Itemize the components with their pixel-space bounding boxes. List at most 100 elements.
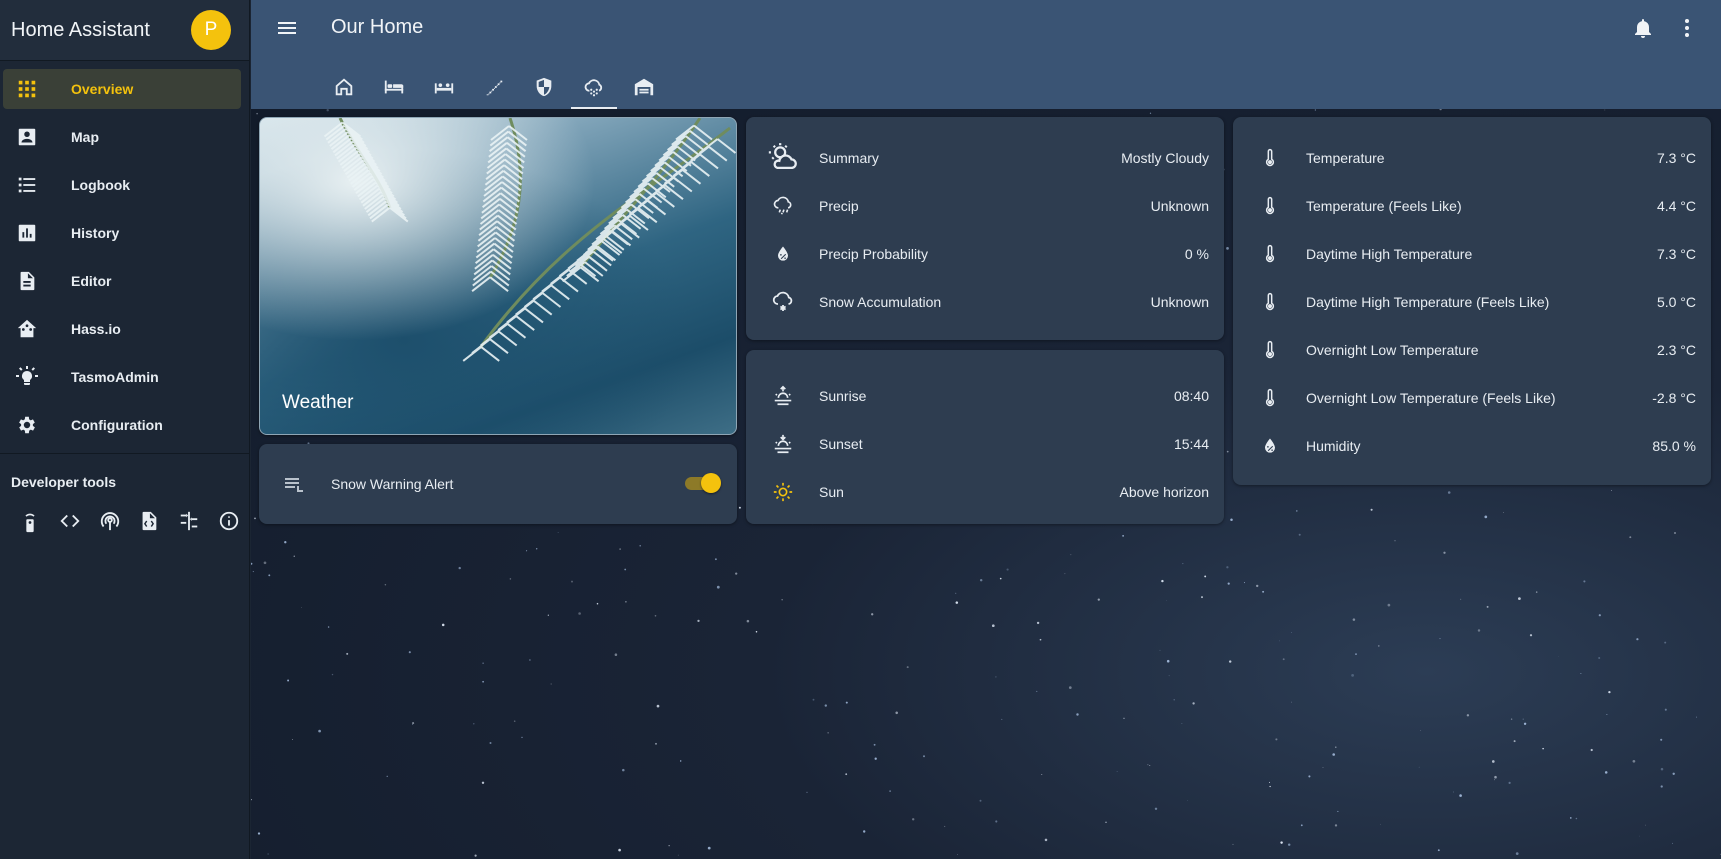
entity-name: Precip Probability — [819, 246, 928, 262]
bell-icon[interactable] — [1631, 16, 1655, 40]
entity-name: Precip — [819, 198, 859, 214]
water-percent-icon — [763, 244, 803, 264]
sidebar-item-label: TasmoAdmin — [71, 369, 159, 385]
entity-row[interactable]: Sun Above horizon — [746, 468, 1224, 516]
weather-sunset-up-icon — [763, 385, 803, 407]
tab-bedroom[interactable] — [369, 70, 419, 109]
format-list-bulleted-icon — [7, 174, 47, 196]
radio-tower-icon[interactable] — [90, 510, 130, 534]
entity-row[interactable]: Snow Accumulation Unknown — [746, 278, 1224, 326]
timeline-icon[interactable] — [169, 510, 209, 534]
entity-row[interactable]: Overnight Low Temperature 2.3 °C — [1233, 326, 1711, 374]
entities-card-sun: Sunrise 08:40 Sunset 15:44 Sun Above hor… — [746, 350, 1224, 524]
entity-name: Overnight Low Temperature — [1306, 342, 1479, 358]
entity-value: 85.0 % — [1652, 438, 1696, 454]
entity-name: Overnight Low Temperature (Feels Like) — [1306, 390, 1556, 406]
entities-card-alert: Snow Warning Alert — [259, 444, 737, 524]
picture-entity-card[interactable]: Weather — [259, 117, 737, 435]
entity-value: 0 % — [1184, 246, 1209, 262]
entity-value: 4.4 °C — [1656, 198, 1696, 214]
picture-card-name: Weather — [282, 392, 354, 413]
sidebar-item-configuration[interactable]: Configuration — [3, 405, 241, 445]
chart-box-icon — [7, 222, 47, 244]
entity-value: Above horizon — [1119, 484, 1209, 500]
thermometer-icon — [1250, 339, 1290, 361]
view-tabs — [319, 70, 669, 109]
entity-name: Sun — [819, 484, 844, 500]
sidebar: Home Assistant P Overview Map Logbook Hi… — [0, 0, 250, 859]
entity-value: Unknown — [1150, 294, 1209, 310]
remote-icon[interactable] — [10, 510, 50, 534]
entity-name: Summary — [819, 150, 879, 166]
tab-living-room[interactable] — [419, 70, 469, 109]
toggle-switch[interactable] — [683, 472, 721, 494]
entity-value: 2.3 °C — [1656, 342, 1696, 358]
sidebar-nav: Overview Map Logbook History Editor Hass… — [0, 61, 249, 445]
sidebar-item-map[interactable]: Map — [3, 117, 241, 157]
entities-card-weather: Summary Mostly Cloudy Precip Unknown Pre… — [746, 117, 1224, 340]
thermometer-icon — [1250, 243, 1290, 265]
file-xml-icon[interactable] — [129, 510, 169, 534]
entity-name: Daytime High Temperature (Feels Like) — [1306, 294, 1550, 310]
sidebar-divider — [0, 453, 249, 454]
entity-name: Temperature — [1306, 150, 1385, 166]
garage-icon — [633, 76, 655, 109]
toggle-knob — [701, 473, 721, 493]
sidebar-item-tasmoadmin[interactable]: TasmoAdmin — [3, 357, 241, 397]
sidebar-item-label: Hass.io — [71, 321, 121, 337]
entity-row[interactable]: Sunrise 08:40 — [746, 372, 1224, 420]
weather-partly-cloudy-icon — [763, 141, 803, 175]
entity-name: Temperature (Feels Like) — [1306, 198, 1462, 214]
view-dashboard-icon — [7, 78, 47, 100]
entity-row[interactable]: Overnight Low Temperature (Feels Like) -… — [1233, 374, 1711, 422]
entity-row[interactable]: Daytime High Temperature (Feels Like) 5.… — [1233, 278, 1711, 326]
menu-icon[interactable] — [275, 16, 299, 40]
weather-rainy-icon — [763, 195, 803, 217]
code-tags-icon[interactable] — [50, 510, 90, 534]
thermometer-icon — [1250, 147, 1290, 169]
tab-security[interactable] — [519, 70, 569, 109]
entity-row[interactable]: Humidity 85.0 % — [1233, 422, 1711, 470]
sidebar-item-logbook[interactable]: Logbook — [3, 165, 241, 205]
sidebar-item-editor[interactable]: Editor — [3, 261, 241, 301]
entity-row[interactable]: Daytime High Temperature 7.3 °C — [1233, 230, 1711, 278]
entity-row[interactable]: Summary Mostly Cloudy — [746, 134, 1224, 182]
thermometer-icon — [1250, 291, 1290, 313]
top-app-bar: Our Home — [251, 0, 1721, 109]
sidebar-item-overview[interactable]: Overview — [3, 69, 241, 109]
entity-row[interactable]: Temperature (Feels Like) 4.4 °C — [1233, 182, 1711, 230]
weather-sunset-down-icon — [763, 433, 803, 455]
entity-name: Sunset — [819, 436, 863, 452]
file-document-icon — [7, 270, 47, 292]
more-vert-icon[interactable] — [1675, 16, 1699, 40]
entity-row[interactable]: Precip Unknown — [746, 182, 1224, 230]
avatar[interactable]: P — [191, 10, 231, 50]
entity-value: 7.3 °C — [1656, 246, 1696, 262]
entity-name: Daytime High Temperature — [1306, 246, 1473, 262]
entities-card-temperature: Temperature 7.3 °C Temperature (Feels Li… — [1233, 117, 1711, 485]
entity-name: Humidity — [1306, 438, 1361, 454]
entity-row[interactable]: Precip Probability 0 % — [746, 230, 1224, 278]
entity-row[interactable]: Sunset 15:44 — [746, 420, 1224, 468]
entity-value: 5.0 °C — [1656, 294, 1696, 310]
thermometer-icon — [1250, 195, 1290, 217]
entity-name: Sunrise — [819, 388, 867, 404]
sidebar-item-history[interactable]: History — [3, 213, 241, 253]
tab-weather[interactable] — [569, 70, 619, 109]
developer-tools-title: Developer tools — [11, 474, 117, 490]
gear-icon — [7, 414, 47, 436]
tab-home[interactable] — [319, 70, 369, 109]
entity-name: Snow Accumulation — [819, 294, 942, 310]
bed-icon — [382, 76, 406, 109]
entity-row[interactable]: Temperature 7.3 °C — [1233, 134, 1711, 182]
weather-snowy-icon — [582, 76, 606, 109]
sofa-bed-icon — [432, 76, 456, 109]
info-icon[interactable] — [209, 510, 249, 534]
sidebar-item-label: Editor — [71, 273, 112, 289]
sidebar-item-hassio[interactable]: Hass.io — [3, 309, 241, 349]
home-icon — [333, 76, 355, 109]
frosted-pine-image — [260, 118, 736, 434]
tab-stairs[interactable] — [469, 70, 519, 109]
entity-value: Unknown — [1150, 198, 1209, 214]
tab-garage[interactable] — [619, 70, 669, 109]
